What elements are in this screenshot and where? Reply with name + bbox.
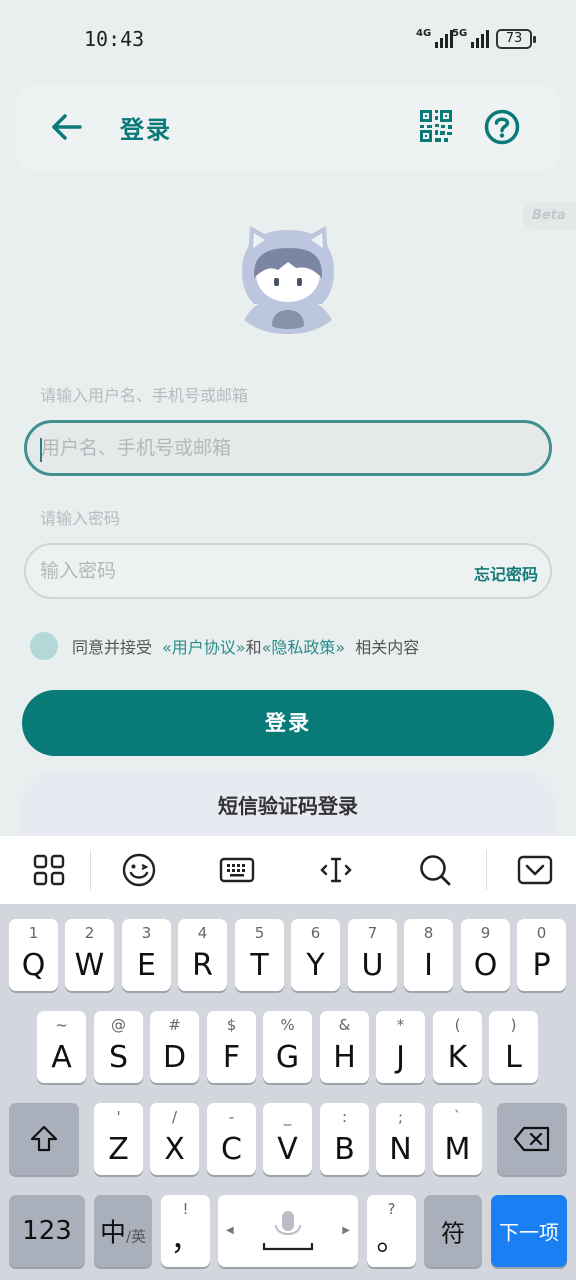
emoji-icon[interactable] [121, 852, 157, 888]
key-p[interactable]: 0P [517, 919, 566, 991]
beta-badge: Beta [522, 202, 576, 230]
battery-indicator: 73 [496, 29, 536, 49]
key-o[interactable]: 9O [461, 919, 510, 991]
qr-code-icon[interactable] [420, 110, 452, 142]
key-m[interactable]: ` M [433, 1103, 482, 1175]
agreement-prefix: 同意并接受 [72, 638, 153, 657]
search-icon[interactable] [417, 852, 453, 888]
period-key[interactable]: ?。 [367, 1195, 416, 1267]
key-w[interactable]: 2W [65, 919, 114, 991]
key-r[interactable]: 4R [178, 919, 227, 991]
space-key[interactable]: ◀ ▶ [218, 1195, 358, 1267]
key-i[interactable]: 8I [404, 919, 453, 991]
symbols-key[interactable]: 符 [424, 1195, 482, 1267]
password-hint: 请输入密码 [40, 509, 121, 528]
shift-key[interactable] [9, 1103, 79, 1175]
key-z[interactable]: ' Z [94, 1103, 143, 1175]
language-switch-key[interactable]: 中/英 [94, 1195, 152, 1267]
password-field[interactable]: 忘记密码 [24, 543, 552, 599]
key-q[interactable]: 1Q [9, 919, 58, 991]
status-time: 10:43 [84, 27, 145, 51]
privacy-policy-link[interactable]: «隐私政策» [262, 634, 346, 658]
key-b[interactable]: :B [320, 1103, 369, 1175]
agreement-and: 和 [245, 638, 262, 657]
key-t[interactable]: 5T [235, 919, 284, 991]
password-input[interactable] [40, 545, 460, 597]
collapse-keyboard-icon[interactable] [517, 852, 553, 888]
key-v[interactable]: _ V [263, 1103, 312, 1175]
key-j[interactable]: * J [376, 1011, 425, 1083]
microphone-icon [262, 1211, 314, 1251]
forgot-password-link[interactable]: 忘记密码 [474, 561, 538, 585]
username-field[interactable] [24, 420, 552, 476]
next-key[interactable]: 下一项 [491, 1195, 567, 1267]
key-y[interactable]: 6Y [291, 919, 340, 991]
avatar [242, 226, 334, 334]
signal-4g-icon: 4G [416, 28, 454, 48]
page-title: 登录 [120, 116, 172, 144]
top-app-bar: 登录 [16, 84, 560, 172]
key-s[interactable]: @ S [94, 1011, 143, 1083]
status-bar: 10:43 4G 5G 73 [0, 0, 576, 76]
numbers-key[interactable]: 123 [9, 1195, 85, 1267]
key-x[interactable]: / X [150, 1103, 199, 1175]
key-n[interactable]: ; N [376, 1103, 425, 1175]
key-g[interactable]: % G [263, 1011, 312, 1083]
key-a[interactable]: ~ A [37, 1011, 86, 1083]
agreement-suffix: 相关内容 [355, 638, 420, 657]
comma-key[interactable]: !， [161, 1195, 210, 1267]
key-u[interactable]: 7U [348, 919, 397, 991]
help-circle-icon[interactable] [484, 109, 520, 145]
agree-radio[interactable] [30, 632, 58, 660]
key-c[interactable]: -C [207, 1103, 256, 1175]
signal-5g-icon: 5G [452, 28, 490, 48]
key-f[interactable]: $ F [207, 1011, 256, 1083]
key-k[interactable]: (K [433, 1011, 482, 1083]
backspace-key[interactable] [497, 1103, 567, 1175]
keyboard-toolbar [0, 836, 576, 904]
keyboard: 1Q 2W 3E 4R 5T 6Y 7U 8I 9O 0P ~ A @ S # D $… [0, 904, 576, 1280]
key-l[interactable]: ) L [489, 1011, 538, 1083]
cursor-icon[interactable] [318, 852, 354, 888]
backspace-icon [513, 1126, 550, 1152]
key-h[interactable]: & H [320, 1011, 369, 1083]
key-d[interactable]: # D [150, 1011, 199, 1083]
user-agreement-link[interactable]: «用户协议» [162, 634, 246, 658]
agreement-row: 同意并接受 «用户协议» 和 «隐私政策» 相关内容 [30, 632, 419, 660]
login-button[interactable]: 登录 [22, 690, 554, 756]
key-e[interactable]: 3E [122, 919, 171, 991]
username-hint: 请输入用户名、手机号或邮箱 [40, 386, 249, 405]
keyboard-icon[interactable] [219, 852, 255, 888]
shift-icon [30, 1125, 58, 1152]
sms-login-button[interactable]: 短信验证码登录 [22, 770, 554, 836]
grid-icon[interactable] [31, 852, 67, 888]
username-input[interactable] [41, 423, 461, 473]
arrow-left-icon[interactable] [50, 110, 84, 144]
